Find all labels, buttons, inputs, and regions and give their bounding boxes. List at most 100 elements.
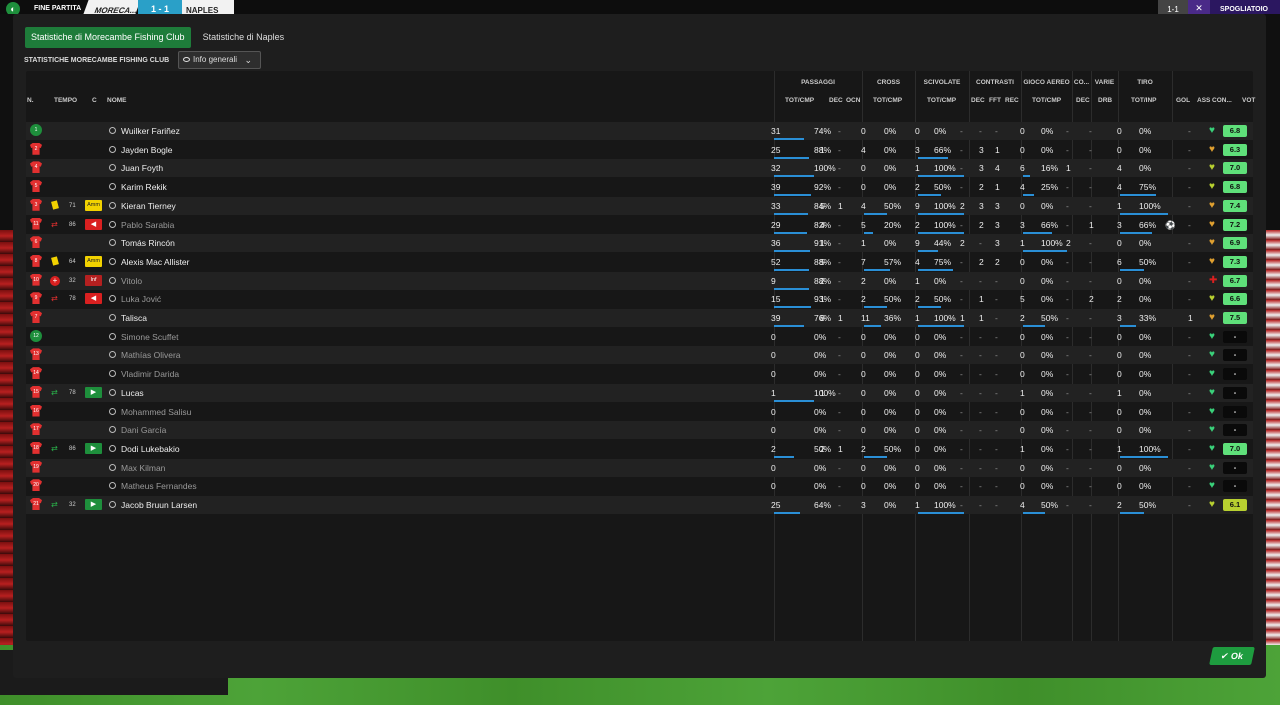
col-ass[interactable]: ASS — [1197, 97, 1210, 104]
col-drb[interactable]: DRB — [1098, 97, 1112, 104]
player-profile-icon[interactable] — [109, 201, 116, 209]
table-row[interactable]: 12 Simone Scuffet 0 0% 0 0% 0 0% 0 0% 0 0% - - - - - - - - ♥… — [26, 328, 1253, 346]
stat-pocn: - — [838, 238, 841, 249]
col-cross-totcmp[interactable]: TOT/CMP — [873, 97, 902, 104]
col-tempo[interactable]: TEMPO — [54, 97, 77, 104]
col-con[interactable]: CON... — [1212, 97, 1232, 104]
col-con-fft[interactable]: FFT — [989, 97, 1001, 104]
col-vot[interactable]: VOT — [1242, 97, 1255, 104]
player-name[interactable]: Karim Rekik — [121, 178, 167, 196]
table-row[interactable]: 5 Karim Rekik 39 92% 0 0% 2 50% 4 25% 4 75% - - -2 1- - -… — [26, 178, 1253, 197]
table-row[interactable]: 3 71 Amm Kieran Tierney 33 84% 4 50% 9 100% 0 0% 1 10… — [26, 196, 1253, 215]
table-row[interactable]: 14 Vladimir Darida 0 0% 0 0% 0 0% 0 0% 0 0% - - - - - - - -… — [26, 365, 1253, 383]
player-name[interactable]: Jacob Bruun Larsen — [121, 496, 197, 514]
col-nome[interactable]: NOME — [107, 97, 127, 104]
player-name[interactable]: Luka Jović — [121, 290, 161, 308]
col-tiro-totinp[interactable]: TOT/INP — [1131, 97, 1157, 104]
table-row[interactable]: 8 64 Amm Alexis Mac Allister 52 88% 7 57% 4 75% 0 0… — [26, 253, 1253, 271]
col-gol[interactable]: GOL — [1176, 97, 1190, 104]
player-name[interactable]: Simone Scuffet — [121, 328, 179, 346]
player-profile-icon[interactable] — [109, 501, 116, 508]
col-c[interactable]: C — [92, 97, 97, 104]
group-tiro: TIRO — [1137, 79, 1153, 86]
table-row[interactable]: 9 ⇄ 78 ◀ Luka Jović 15 93% 2 50% 2 50% 5 0% 2 0% 1- -1- -… — [26, 290, 1253, 309]
player-profile-icon[interactable] — [109, 183, 116, 191]
tab-away-stats[interactable]: Statistiche di Naples — [197, 27, 291, 48]
table-row[interactable]: 17 Dani García 0 0% 0 0% 0 0% 0 0% 0 0% - - - - - - - - ♥ - — [26, 421, 1253, 440]
player-name[interactable]: Mohammed Salisu — [121, 403, 191, 421]
player-profile-icon[interactable] — [109, 164, 116, 172]
dressing-room-button[interactable]: SPOGLIATOIO — [1210, 0, 1280, 14]
col-pass-ocn[interactable]: OCN — [846, 97, 860, 104]
stat-scivp: 0% — [934, 331, 947, 342]
stat-bar-pass — [774, 175, 814, 178]
player-profile-icon[interactable] — [109, 295, 116, 303]
player-profile-icon[interactable] — [109, 388, 116, 396]
tab-home-stats[interactable]: Statistiche di Morecambe Fishing Club — [25, 27, 191, 48]
player-name[interactable]: Lucas — [121, 384, 144, 402]
player-name[interactable]: Vitolo — [121, 272, 142, 290]
player-profile-icon[interactable] — [109, 426, 116, 434]
col-pass-dec[interactable]: DEC — [829, 97, 843, 104]
stat-co: - — [1066, 462, 1069, 473]
table-row[interactable]: 21 ⇄ 32 ▶ Jacob Bruun Larsen 25 64% 3 0% 1 100% 4 50… — [26, 496, 1253, 514]
player-profile-icon[interactable] — [109, 145, 116, 153]
table-row[interactable]: 13 Mathías Olivera 0 0% 0 0% 0 0% 0 0% 0 0% - - - - - - - -… — [26, 346, 1253, 365]
player-profile-icon[interactable] — [109, 257, 116, 265]
table-row[interactable]: 7 Talisca 39 76% 11 36% 1 100% 2 50% 3 33% 8 1 1 1- - -1 ♥… — [26, 309, 1253, 327]
player-profile-icon[interactable] — [109, 370, 116, 378]
table-row[interactable]: 18 ⇄ 86 ▶ Dodi Lukebakio 2 50% 2 50% 0 0% 1 0% 1 100% 2… — [26, 440, 1253, 458]
stat-sciv: 0 — [915, 369, 920, 380]
col-con-rec[interactable]: REC — [1005, 97, 1019, 104]
col-pass-totcmp[interactable]: TOT/CMP — [785, 97, 814, 104]
table-row[interactable]: 1 Wuilker Fariñez 31 74% 0 0% 0 0% 0 0% 0 0% - - - - - - -… — [26, 122, 1253, 140]
player-profile-icon[interactable] — [109, 407, 116, 415]
table-row[interactable]: 6 Tomás Rincón 36 91% 1 0% 9 44% 1 100% 0 0% 1-2-3 2-… — [26, 234, 1253, 253]
club-logo-icon[interactable]: ◐ — [6, 2, 20, 14]
col-con-dec[interactable]: DEC — [971, 97, 985, 104]
player-profile-icon[interactable] — [109, 276, 116, 284]
player-name[interactable]: Max Kilman — [121, 459, 165, 477]
player-name[interactable]: Dani García — [121, 421, 166, 439]
player-name[interactable]: Talisca — [121, 309, 147, 327]
player-name[interactable]: Pablo Sarabia — [121, 216, 174, 234]
player-name[interactable]: Vladimir Darida — [121, 365, 179, 383]
table-row[interactable]: 2 Jayden Bogle 25 88% 4 0% 3 66% 0 0% 0 0% 1- -3 1- - - ♥… — [26, 141, 1253, 159]
ok-button[interactable]: ✔ Ok — [1209, 647, 1255, 665]
table-row[interactable]: 4 Juan Foyth 32 100% 0 0% 1 100% 6 16% 4 0% - - -3 4 1- -… — [26, 159, 1253, 178]
player-profile-icon[interactable] — [109, 482, 116, 490]
close-icon[interactable]: ✕ — [1188, 0, 1210, 14]
table-row[interactable]: 11 ⇄ 86 ◀ Pablo Sarabia 29 82% 5 20% 2 100% 3 66% 3 66… — [26, 216, 1253, 234]
player-name[interactable]: Matheus Fernandes — [121, 477, 197, 495]
table-row[interactable]: 10 +32 Inf Vitolo 9 88% 2 0% 1 0% 0 0% 0 0% 2- - - - - - - ✚ 6… — [26, 271, 1253, 290]
table-row[interactable]: 15 ⇄ 78 ▶ Lucas 1 100% 0 0% 0 0% 1 0% 1 0% 1- - - - - - - ♥ - — [26, 383, 1253, 402]
col-sciv-totcmp[interactable]: TOT/CMP — [927, 97, 956, 104]
player-profile-icon[interactable] — [109, 463, 116, 471]
player-profile-icon[interactable] — [109, 127, 116, 134]
player-name[interactable]: Mathías Olivera — [121, 346, 181, 364]
table-row[interactable]: 19 Max Kilman 0 0% 0 0% 0 0% 0 0% 0 0% - - - - - - - - ♥ - — [26, 458, 1253, 477]
player-name[interactable]: Dodi Lukebakio — [121, 440, 180, 458]
player-profile-icon[interactable] — [109, 444, 116, 452]
player-name[interactable]: Jayden Bogle — [121, 141, 173, 159]
player-profile-icon[interactable] — [109, 220, 116, 228]
stat-crossp: 0% — [884, 425, 897, 436]
col-co-dec[interactable]: DEC — [1076, 97, 1090, 104]
player-profile-icon[interactable] — [109, 332, 116, 340]
player-name[interactable]: Juan Foyth — [121, 159, 163, 177]
stat-aer: 0 — [1020, 481, 1025, 492]
stat-bar-aer — [1023, 194, 1034, 197]
stat-drb: - — [1089, 182, 1092, 193]
player-profile-icon[interactable] — [109, 351, 116, 359]
col-n[interactable]: N. — [27, 97, 34, 104]
player-name[interactable]: Tomás Rincón — [121, 234, 175, 252]
player-name[interactable]: Alexis Mac Allister — [121, 253, 190, 271]
table-row[interactable]: 20 Matheus Fernandes 0 0% 0 0% 0 0% 0 0% 0 0% - - - - - -… — [26, 477, 1253, 495]
player-profile-icon[interactable] — [109, 314, 116, 321]
table-row[interactable]: 16 Mohammed Salisu 0 0% 0 0% 0 0% 0 0% 0 0% - - - - - - - -… — [26, 403, 1253, 421]
player-name[interactable]: Wuilker Fariñez — [121, 122, 180, 140]
view-dropdown[interactable]: Info generali ⌄ — [178, 51, 261, 69]
col-aer-totcmp[interactable]: TOT/CMP — [1032, 97, 1061, 104]
player-name[interactable]: Kieran Tierney — [121, 197, 176, 215]
player-profile-icon[interactable] — [109, 239, 116, 247]
